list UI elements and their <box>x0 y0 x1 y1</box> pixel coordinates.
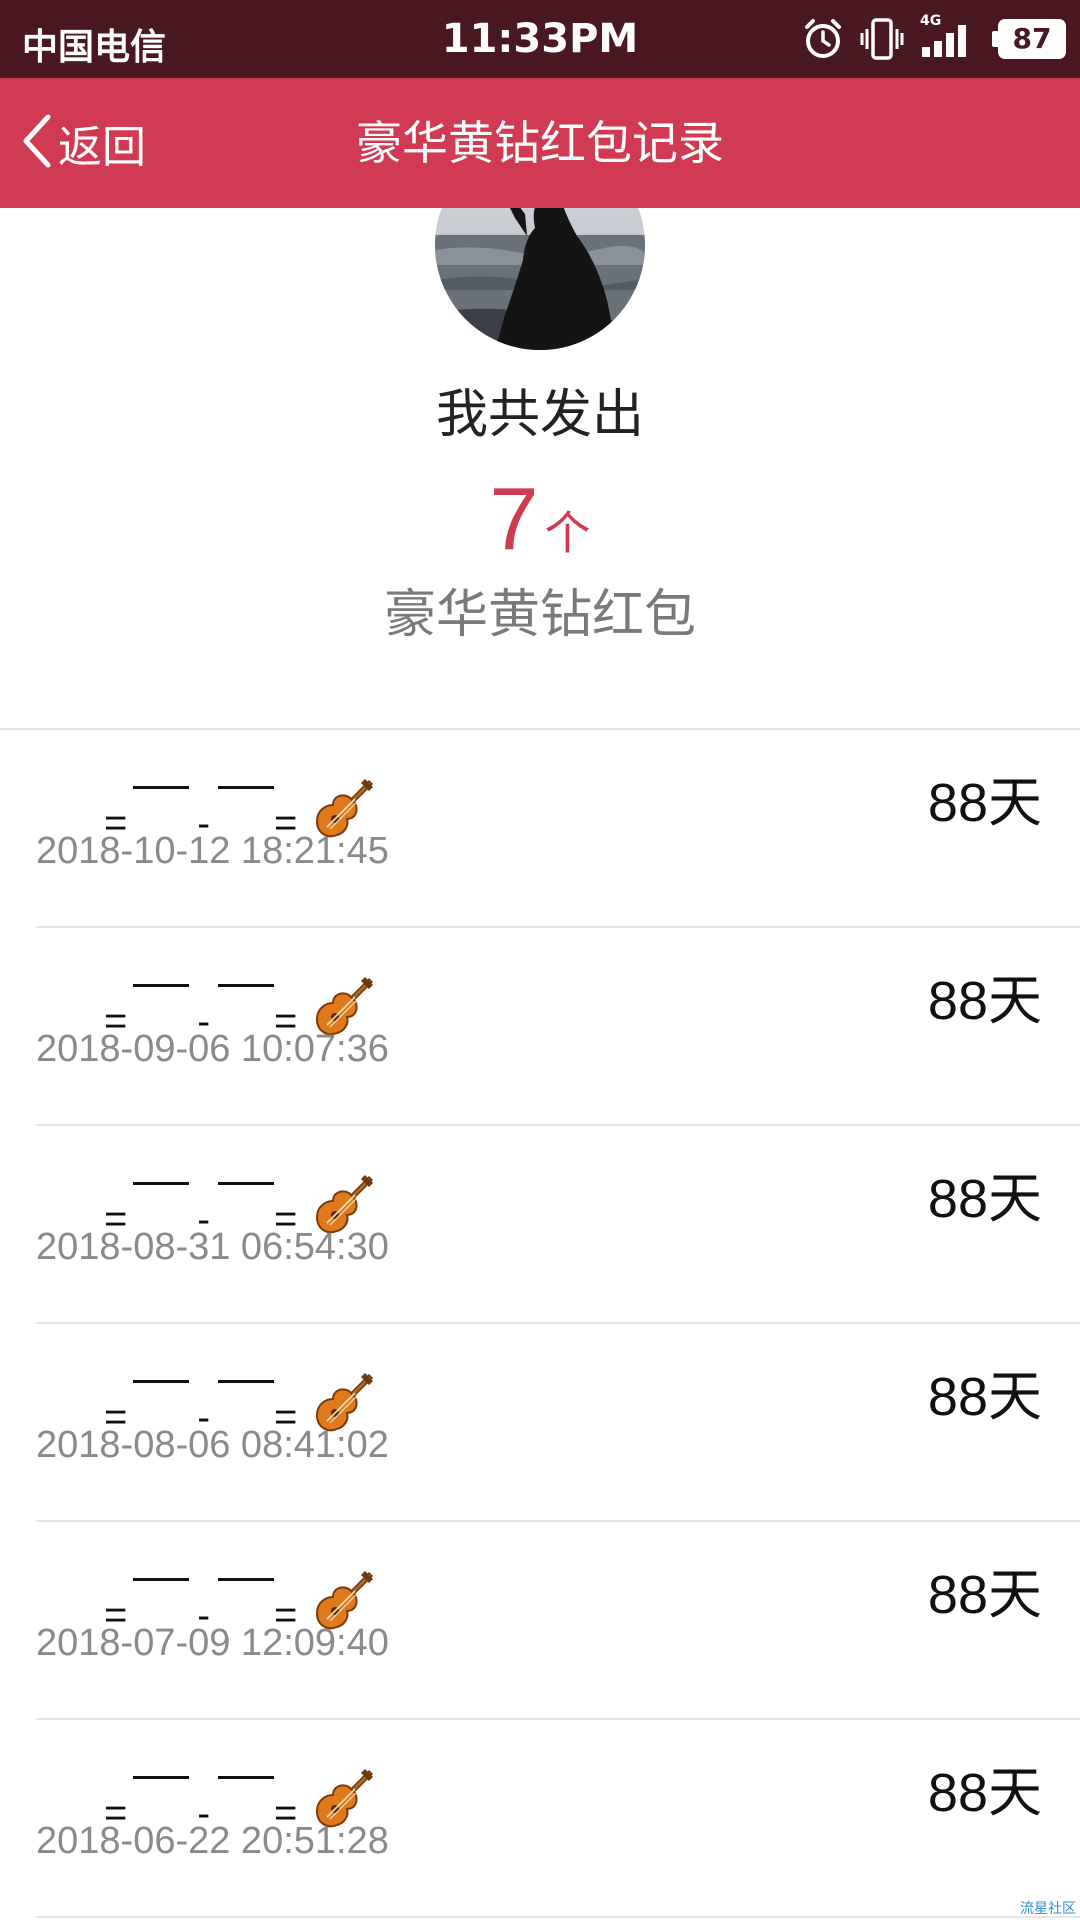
summary-type: 豪华黄钻红包 <box>383 585 696 645</box>
battery-level: 87 <box>1012 22 1052 55</box>
record-date: 2018-09-06 10:07:36 <box>36 1028 389 1070</box>
record-days: 88天 <box>927 1169 1042 1229</box>
record-date: 2018-08-31 06:54:30 <box>36 1226 389 1268</box>
battery-icon: 87 <box>992 19 1066 59</box>
page-title: 豪华黄钻红包记录 <box>356 116 724 170</box>
record-date: 2018-07-09 12:09:40 <box>36 1622 389 1664</box>
record-days: 88天 <box>927 773 1042 833</box>
record-days: 88天 <box>927 1763 1042 1823</box>
record-days: 88天 <box>927 1565 1042 1625</box>
record-date: 2018-10-12 18:21:45 <box>36 830 389 872</box>
record-date: 2018-06-22 20:51:28 <box>36 1820 389 1862</box>
records-list: = - = 2018-10-12 18:21:45 88天 = - = 2018… <box>0 730 1080 1918</box>
summary-count: 7 <box>489 469 539 568</box>
watermark: 流星社区 <box>1020 1901 1076 1917</box>
alarm-icon <box>802 18 844 60</box>
list-item[interactable]: = - = 2018-10-12 18:21:45 88天 <box>0 730 1080 928</box>
nav-bar: 返回 豪华黄钻红包记录 <box>0 78 1080 208</box>
signal-icon: 4G <box>920 13 976 59</box>
list-item[interactable]: = - = 2018-06-22 20:51:28 88天 <box>0 1720 1080 1918</box>
list-item[interactable]: = - = 2018-07-09 12:09:40 88天 <box>0 1522 1080 1720</box>
divider <box>36 1916 1080 1918</box>
summary-unit: 个 <box>544 506 591 560</box>
record-days: 88天 <box>927 1367 1042 1427</box>
network-type: 4G <box>920 13 942 29</box>
list-item[interactable]: = - = 2018-08-31 06:54:30 88天 <box>0 1126 1080 1324</box>
record-date: 2018-08-06 08:41:02 <box>36 1424 389 1466</box>
list-item[interactable]: = - = 2018-08-06 08:41:02 88天 <box>0 1324 1080 1522</box>
vibrate-icon <box>860 17 904 61</box>
summary-count-row: 7个 <box>0 468 1080 570</box>
summary-label: 我共发出 <box>435 385 644 445</box>
list-item[interactable]: = - = 2018-09-06 10:07:36 88天 <box>0 928 1080 1126</box>
status-bar: 中国电信 11:33PM 4G 87 <box>0 0 1080 78</box>
status-icons: 4G 87 <box>802 13 1066 64</box>
record-days: 88天 <box>927 971 1042 1031</box>
